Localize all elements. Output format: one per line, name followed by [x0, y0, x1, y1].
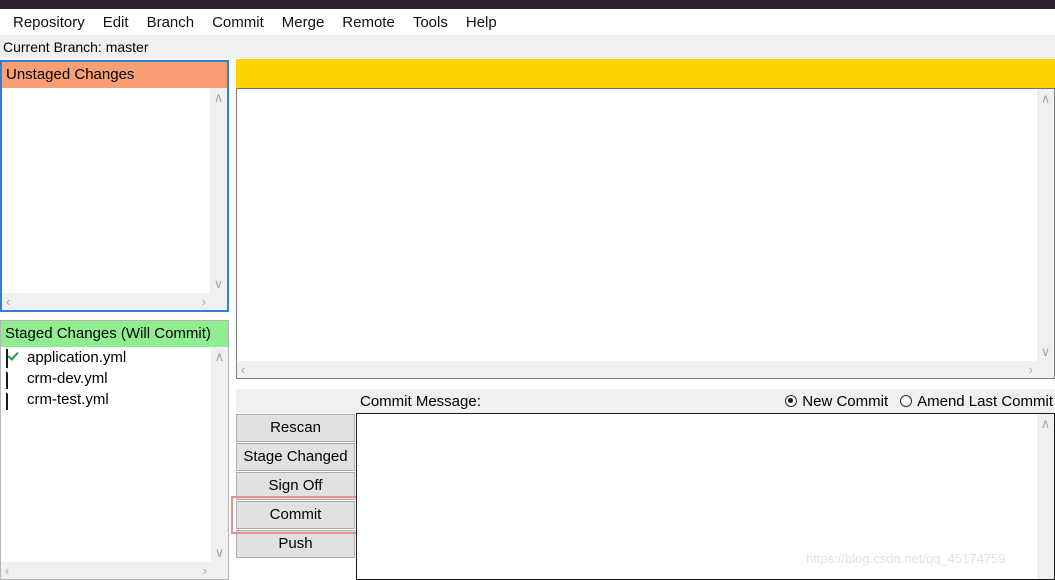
radio-new-commit-label: New Commit	[802, 392, 889, 410]
action-button-column: Rescan Stage Changed Sign Off Commit Pus…	[231, 414, 358, 558]
scroll-left-icon[interactable]: ‹	[5, 564, 9, 577]
menu-item-merge[interactable]: Merge	[273, 12, 334, 33]
list-item[interactable]: application.yml	[1, 347, 211, 368]
diff-scroll-corner	[1037, 361, 1054, 378]
commit-button-wrapper: Commit	[231, 496, 358, 534]
diff-vertical-scrollbar[interactable]: ∧ ∨	[1037, 89, 1054, 361]
menu-item-edit[interactable]: Edit	[94, 12, 138, 33]
menu-item-repository[interactable]: Repository	[4, 12, 94, 33]
scroll-up-icon[interactable]: ∧	[214, 91, 224, 104]
unstaged-changes-body: ∧ ∨ ‹ ›	[2, 88, 227, 310]
staged-vertical-scrollbar[interactable]: ∧ ∨	[211, 347, 228, 562]
watermark-text: https://blog.csdn.net/qq_45174759	[806, 551, 1006, 566]
unstaged-changes-header: Unstaged Changes	[2, 62, 227, 88]
radio-unselected-icon[interactable]	[900, 395, 913, 407]
radio-amend-last-commit-label: Amend Last Commit	[917, 392, 1053, 410]
menu-bar: Repository Edit Branch Commit Merge Remo…	[0, 9, 1055, 35]
menu-item-branch[interactable]: Branch	[138, 12, 204, 33]
diff-content[interactable]	[237, 89, 1037, 361]
sign-off-button[interactable]: Sign Off	[236, 472, 355, 500]
staged-file-name: application.yml	[27, 349, 127, 366]
diff-panel[interactable]: ∧ ∨ ‹ ›	[236, 88, 1055, 379]
unstaged-scroll-corner	[210, 293, 227, 310]
stage-changed-button[interactable]: Stage Changed	[236, 443, 355, 471]
scroll-down-icon[interactable]: ∨	[215, 546, 225, 559]
radio-selected-icon[interactable]	[785, 395, 798, 407]
staged-changes-panel[interactable]: Staged Changes (Will Commit) application…	[0, 320, 229, 580]
scroll-up-icon[interactable]: ∧	[1041, 417, 1051, 430]
document-icon[interactable]	[6, 390, 21, 410]
commit-message-header-row: Commit Message: New Commit Amend Last Co…	[236, 389, 1055, 413]
staged-horizontal-scrollbar[interactable]: ‹ ›	[1, 562, 211, 579]
scroll-up-icon[interactable]: ∧	[215, 350, 225, 363]
scroll-right-icon[interactable]: ›	[202, 295, 206, 308]
push-button[interactable]: Push	[236, 530, 355, 558]
checked-box-icon[interactable]	[6, 348, 21, 368]
scroll-up-icon[interactable]: ∧	[1041, 92, 1051, 105]
radio-amend-last-commit[interactable]: Amend Last Commit	[900, 393, 1053, 410]
current-branch-label: Current Branch: master	[3, 38, 149, 55]
unstaged-vertical-scrollbar[interactable]: ∧ ∨	[210, 88, 227, 293]
unstaged-file-list[interactable]	[2, 88, 210, 293]
scroll-down-icon[interactable]: ∨	[1041, 345, 1051, 358]
menu-item-commit[interactable]: Commit	[203, 12, 273, 33]
commit-mode-radio-group: New Commit Amend Last Commit	[785, 393, 1055, 410]
menu-item-remote[interactable]: Remote	[333, 12, 404, 33]
document-icon[interactable]	[6, 369, 21, 389]
commit-message-label: Commit Message:	[360, 392, 481, 410]
menu-item-help[interactable]: Help	[457, 12, 506, 33]
current-branch-bar: Current Branch: master	[0, 35, 1055, 58]
list-item[interactable]: crm-dev.yml	[1, 368, 211, 389]
scroll-right-icon[interactable]: ›	[203, 564, 207, 577]
commit-message-scrollbar[interactable]: ∧	[1037, 414, 1054, 579]
scroll-down-icon[interactable]: ∨	[214, 277, 224, 290]
scroll-left-icon[interactable]: ‹	[241, 363, 245, 376]
diff-horizontal-scrollbar[interactable]: ‹ ›	[237, 361, 1037, 378]
unstaged-horizontal-scrollbar[interactable]: ‹ ›	[2, 293, 210, 310]
scroll-right-icon[interactable]: ›	[1029, 363, 1033, 376]
staged-file-name: crm-test.yml	[27, 391, 109, 408]
staged-changes-body: application.yml crm-dev.yml crm-test.yml…	[1, 347, 228, 579]
list-item[interactable]: crm-test.yml	[1, 389, 211, 410]
menu-item-tools[interactable]: Tools	[404, 12, 457, 33]
diff-banner	[236, 59, 1055, 88]
staged-scroll-corner	[211, 562, 228, 579]
unstaged-changes-panel[interactable]: Unstaged Changes ∧ ∨ ‹ ›	[0, 60, 229, 312]
staged-file-list[interactable]: application.yml crm-dev.yml crm-test.yml	[1, 347, 211, 562]
staged-changes-header: Staged Changes (Will Commit)	[1, 321, 228, 347]
commit-button[interactable]: Commit	[236, 501, 355, 529]
scroll-left-icon[interactable]: ‹	[6, 295, 10, 308]
rescan-button[interactable]: Rescan	[236, 414, 355, 442]
radio-new-commit[interactable]: New Commit	[785, 393, 888, 410]
staged-file-name: crm-dev.yml	[27, 370, 108, 387]
window-titlebar	[0, 0, 1055, 9]
